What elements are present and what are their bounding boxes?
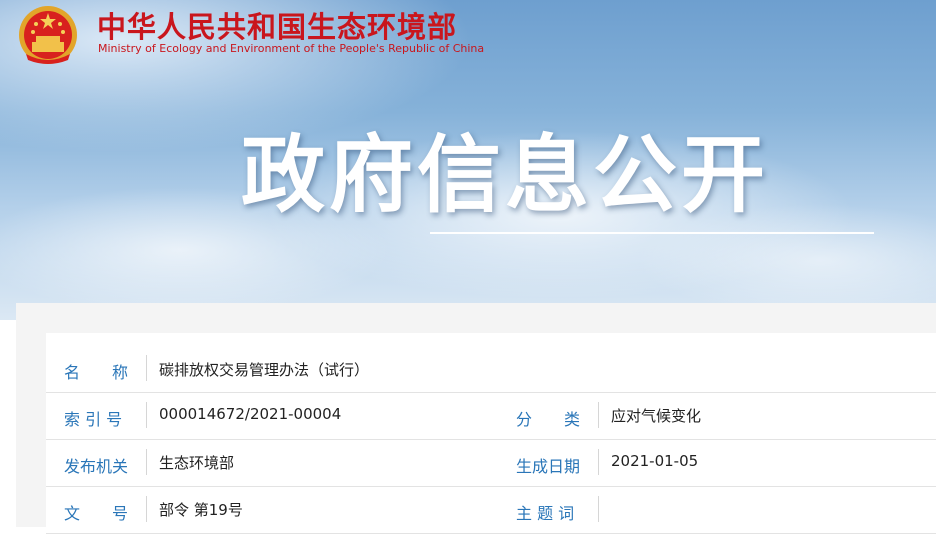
name-value: 碳排放权交易管理办法（试行）: [159, 361, 370, 379]
site-title-cn[interactable]: 中华人民共和国生态环境部: [97, 4, 457, 46]
row-divider: [598, 449, 599, 475]
row-divider: [598, 402, 599, 428]
info-table: 名 称 碳排放权交易管理办法（试行） 索 引 号 000014672/2021-…: [46, 333, 936, 534]
keywords-label: 主 题 词: [516, 504, 575, 523]
category-value: 应对气候变化: [611, 407, 702, 425]
row-divider: [146, 449, 147, 475]
table-row: 索 引 号 000014672/2021-00004 分 类 应对气候变化: [46, 392, 936, 440]
national-emblem-icon: [19, 6, 77, 64]
row-divider: [146, 402, 147, 428]
index-label: 索 引 号: [64, 410, 123, 429]
doc-no-value: 部令 第19号: [159, 501, 243, 519]
page-heading: 政府信息公开: [241, 126, 770, 224]
row-divider: [146, 355, 147, 381]
site-title-en[interactable]: Ministry of Ecology and Environment of t…: [98, 42, 484, 55]
row-divider: [598, 496, 599, 522]
issuer-value: 生态环境部: [159, 454, 235, 472]
table-row: 名 称 碳排放权交易管理办法（试行）: [46, 345, 936, 393]
date-value: 2021-01-05: [611, 452, 699, 470]
table-row: 发布机关 生态环境部 生成日期 2021-01-05: [46, 439, 936, 487]
row-divider: [146, 496, 147, 522]
heading-underline: [430, 232, 874, 234]
date-label: 生成日期: [516, 457, 581, 476]
category-label: 分 类: [516, 410, 581, 429]
name-label: 名 称: [64, 363, 129, 382]
index-value: 000014672/2021-00004: [159, 405, 342, 423]
header-banner: 中华人民共和国生态环境部 Ministry of Ecology and Env…: [0, 0, 936, 320]
issuer-label: 发布机关: [64, 457, 129, 476]
doc-no-label: 文 号: [64, 504, 129, 523]
